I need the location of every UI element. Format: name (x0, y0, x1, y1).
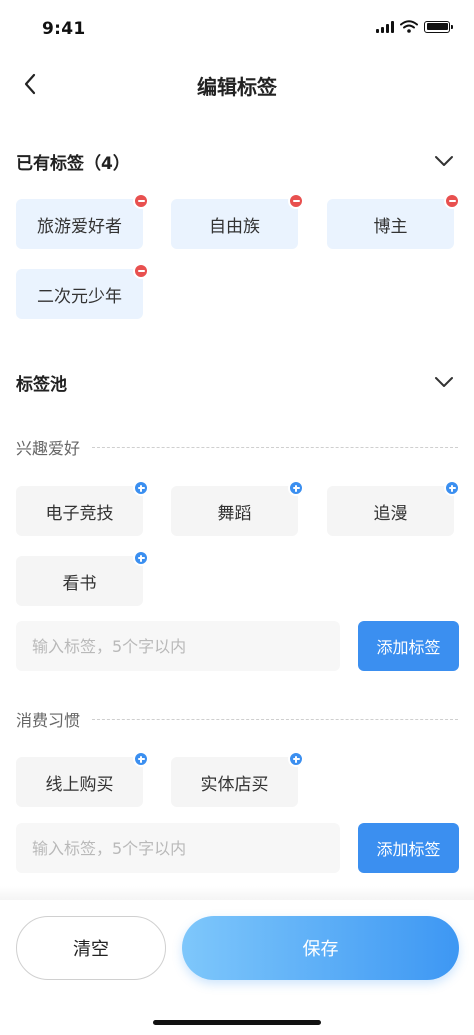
remove-tag-button[interactable] (133, 193, 149, 209)
chevron-down-icon (435, 377, 453, 387)
add-tag-button[interactable] (133, 550, 149, 566)
group-header-interests: 兴趣爱好 (16, 435, 458, 459)
tag-pool-collapse-button[interactable] (430, 368, 458, 396)
tag-label: 博主 (373, 216, 408, 237)
minus-icon (448, 200, 456, 202)
remove-tag-button[interactable] (288, 193, 304, 209)
tag-label: 自由族 (209, 216, 260, 237)
tag-pool-header: 标签池 (16, 367, 458, 397)
home-indicator (153, 1020, 321, 1025)
page-title: 编辑标签 (197, 75, 277, 99)
minus-icon (292, 200, 300, 202)
add-tag-button[interactable] (288, 751, 304, 767)
pool-tag[interactable]: 线上购买 (16, 751, 149, 807)
add-tag-submit-button-interests[interactable]: 添加标签 (358, 621, 459, 671)
tag-input-interests[interactable] (16, 621, 340, 671)
add-tag-button[interactable] (444, 480, 460, 496)
owned-tag[interactable]: 二次元少年 (16, 263, 149, 319)
status-time: 9:41 (42, 19, 86, 39)
remove-tag-button[interactable] (133, 263, 149, 279)
pool-tag[interactable]: 看书 (16, 550, 149, 606)
pool-tag[interactable]: 追漫 (327, 480, 460, 536)
chevron-down-icon (435, 156, 453, 166)
pool-tag[interactable]: 舞蹈 (171, 480, 304, 536)
group-title: 消费习惯 (16, 711, 81, 730)
tag-label: 旅游爱好者 (37, 216, 122, 237)
remove-tag-button[interactable] (444, 193, 460, 209)
owned-tag[interactable]: 自由族 (171, 193, 304, 249)
tag-input-consumption[interactable] (16, 823, 340, 873)
owned-tag[interactable]: 旅游爱好者 (16, 193, 149, 249)
add-tag-button[interactable] (133, 480, 149, 496)
wifi-icon (400, 20, 418, 33)
tag-pool-title: 标签池 (16, 374, 67, 395)
minus-icon (137, 270, 145, 272)
save-button[interactable]: 保存 (182, 916, 459, 980)
group-header-consumption: 消费习惯 (16, 707, 458, 731)
tag-label: 追漫 (373, 503, 408, 524)
clear-button[interactable]: 清空 (16, 916, 166, 980)
tag-label: 线上购买 (45, 774, 114, 795)
tag-label: 实体店买 (200, 774, 269, 795)
add-tag-submit-button-consumption[interactable]: 添加标签 (358, 823, 459, 873)
nav-bar: 编辑标签 (0, 56, 474, 112)
add-tag-button[interactable] (288, 480, 304, 496)
owned-tag[interactable]: 博主 (327, 193, 460, 249)
add-tag-button[interactable] (133, 751, 149, 767)
signal-icon (376, 20, 394, 33)
pool-tag[interactable]: 电子竞技 (16, 480, 149, 536)
owned-tags-title: 已有标签（4） (16, 153, 130, 174)
status-icons (376, 20, 453, 33)
tag-label: 电子竞技 (45, 503, 114, 524)
tag-label: 二次元少年 (37, 286, 122, 307)
tag-label: 看书 (62, 573, 97, 594)
tag-label: 舞蹈 (217, 503, 252, 524)
group-title: 兴趣爱好 (16, 439, 81, 458)
minus-icon (137, 200, 145, 202)
footer-bar: 清空 保存 (0, 900, 474, 1035)
divider (92, 446, 458, 448)
owned-tags-collapse-button[interactable] (430, 147, 458, 175)
status-bar: 9:41 (0, 0, 474, 56)
divider (92, 718, 458, 720)
pool-tag[interactable]: 实体店买 (171, 751, 304, 807)
battery-icon (424, 20, 453, 33)
owned-tags-header: 已有标签（4） (16, 146, 458, 176)
